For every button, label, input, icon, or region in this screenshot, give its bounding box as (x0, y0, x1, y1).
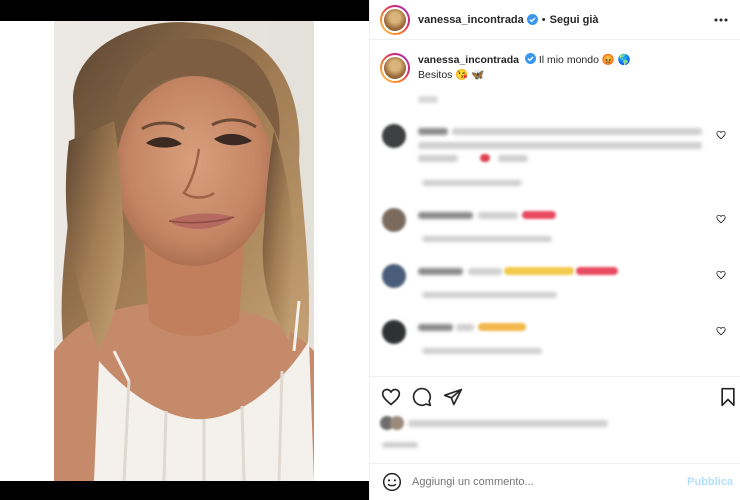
comment-text-blurred (498, 155, 528, 162)
more-options-icon[interactable] (713, 12, 729, 28)
post-media-panel (0, 0, 369, 500)
comment-meta-blurred (422, 236, 552, 242)
comment-item (380, 264, 730, 314)
comment-like-icon[interactable] (716, 270, 726, 280)
selfie-image (54, 21, 314, 481)
comment-username-blurred (418, 324, 453, 331)
verified-badge-icon (524, 53, 536, 64)
author-avatar[interactable] (380, 4, 410, 35)
caption-username[interactable]: vanessa_incontrada (418, 54, 519, 66)
comment-text-blurred (418, 142, 702, 149)
comment-text-blurred (468, 268, 502, 275)
smiley-icon[interactable] (382, 472, 402, 492)
comment-input[interactable] (412, 476, 662, 488)
liker-avatar (390, 416, 404, 430)
instagram-post-view: vanessa_incontrada • Segui già vanessa_i… (0, 0, 740, 500)
comment-username-blurred (418, 268, 463, 275)
comment-avatar[interactable] (382, 208, 406, 232)
comment-username-blurred (418, 128, 448, 135)
post-side-panel: vanessa_incontrada • Segui già vanessa_i… (369, 0, 740, 500)
comment-username-blurred (418, 212, 473, 219)
comment-emoji-blurred (522, 211, 556, 219)
comment-emoji-blurred (480, 154, 490, 162)
comment-text-blurred (456, 324, 474, 331)
post-header: vanessa_incontrada • Segui già (370, 0, 740, 40)
comment-meta-blurred (422, 292, 557, 298)
bookmark-icon[interactable] (718, 387, 738, 407)
comment-avatar[interactable] (382, 320, 406, 344)
post-caption: vanessa_incontrada Il mio mondo 😡 🌎 Besi… (380, 53, 730, 83)
comment-meta-blurred (422, 180, 522, 186)
caption-author-avatar[interactable] (380, 53, 410, 83)
comment-avatar[interactable] (382, 124, 406, 148)
comment-avatar[interactable] (382, 264, 406, 288)
comment-text-blurred (452, 128, 702, 135)
post-action-bar (370, 376, 740, 416)
comment-emoji-blurred (504, 267, 574, 275)
comment-text-blurred (418, 155, 458, 162)
media-letterbox-bottom (0, 481, 369, 500)
publish-button[interactable]: Pubblica (687, 476, 733, 488)
comment-emoji-blurred (576, 267, 618, 275)
comment-text-blurred (478, 212, 518, 219)
header-separator: • (541, 13, 546, 26)
verified-badge-icon (526, 14, 538, 25)
caption-timestamp-blurred (418, 96, 438, 103)
media-letterbox-top (0, 0, 369, 21)
heart-icon[interactable] (381, 387, 401, 407)
caption-text-block: vanessa_incontrada Il mio mondo 😡 🌎 Besi… (418, 53, 631, 83)
comment-item (380, 320, 730, 370)
caption-line-1: Il mio mondo 😡 🌎 (538, 54, 631, 66)
comment-meta-blurred (422, 348, 542, 354)
comment-item (380, 208, 730, 258)
comment-like-icon[interactable] (716, 130, 726, 140)
likes-text-blurred (408, 420, 608, 427)
likes-summary-blurred (380, 414, 630, 434)
post-date-blurred (382, 442, 418, 448)
post-photo[interactable] (54, 21, 314, 481)
paper-plane-icon[interactable] (443, 387, 463, 407)
add-comment-bar: Pubblica (370, 463, 740, 500)
following-button[interactable]: Segui già (550, 14, 599, 26)
caption-line-2: Besitos 😘 🦋 (418, 69, 485, 81)
comment-bubble-icon[interactable] (412, 387, 432, 407)
author-username[interactable]: vanessa_incontrada (418, 14, 524, 26)
comment-like-icon[interactable] (716, 214, 726, 224)
comment-item (380, 124, 730, 186)
comment-emoji-blurred (478, 323, 526, 331)
comment-like-icon[interactable] (716, 326, 726, 336)
